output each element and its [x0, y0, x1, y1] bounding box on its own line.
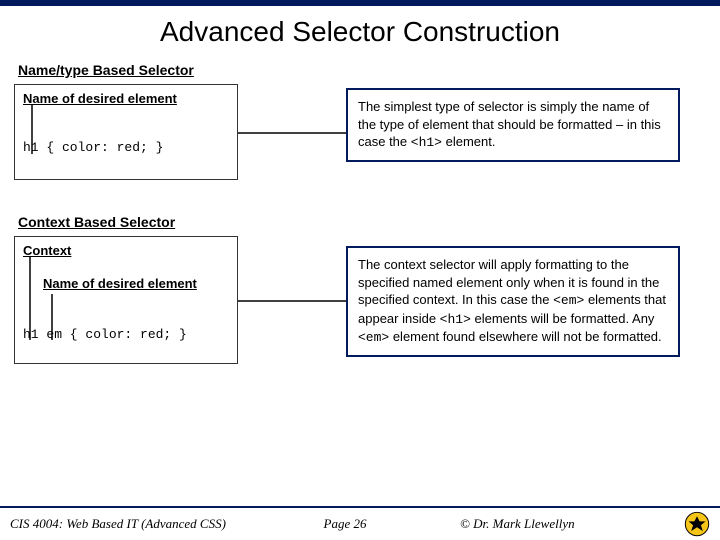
top-bar — [0, 0, 720, 6]
section1-expl-text: The simplest type of selector is simply … — [358, 99, 661, 149]
section1-area: Name of desired element h1 { color: red;… — [0, 84, 720, 214]
page-title: Advanced Selector Construction — [0, 16, 720, 48]
footer-page: Page 26 — [270, 516, 420, 532]
section2-explanation-box: The context selector will apply formatti… — [346, 246, 680, 357]
section1-code: h1 { color: red; } — [23, 140, 229, 155]
section2-area: Context Name of desired element h1 em { … — [0, 236, 720, 436]
section1-left-box: Name of desired element h1 { color: red;… — [14, 84, 238, 180]
section2-context-pointer — [26, 256, 34, 340]
section2-expl-text: The context selector will apply formatti… — [358, 257, 666, 344]
footer: CIS 4004: Web Based IT (Advanced CSS) Pa… — [0, 506, 720, 540]
section1-element-label: Name of desired element — [23, 91, 229, 106]
section1-connector-line — [238, 132, 346, 134]
footer-course: CIS 4004: Web Based IT (Advanced CSS) — [10, 516, 270, 532]
section2-name-label: Name of desired element — [43, 276, 229, 291]
section1-heading: Name/type Based Selector — [18, 62, 720, 78]
section1-pointer-line — [28, 104, 36, 154]
section2-heading: Context Based Selector — [18, 214, 720, 230]
ucf-logo-icon — [684, 511, 710, 537]
section2-name-pointer — [48, 294, 56, 340]
section2-connector-line — [238, 300, 346, 302]
footer-copyright: © Dr. Mark Llewellyn — [420, 516, 684, 532]
section2-context-label: Context — [23, 243, 229, 258]
section1-explanation-box: The simplest type of selector is simply … — [346, 88, 680, 162]
